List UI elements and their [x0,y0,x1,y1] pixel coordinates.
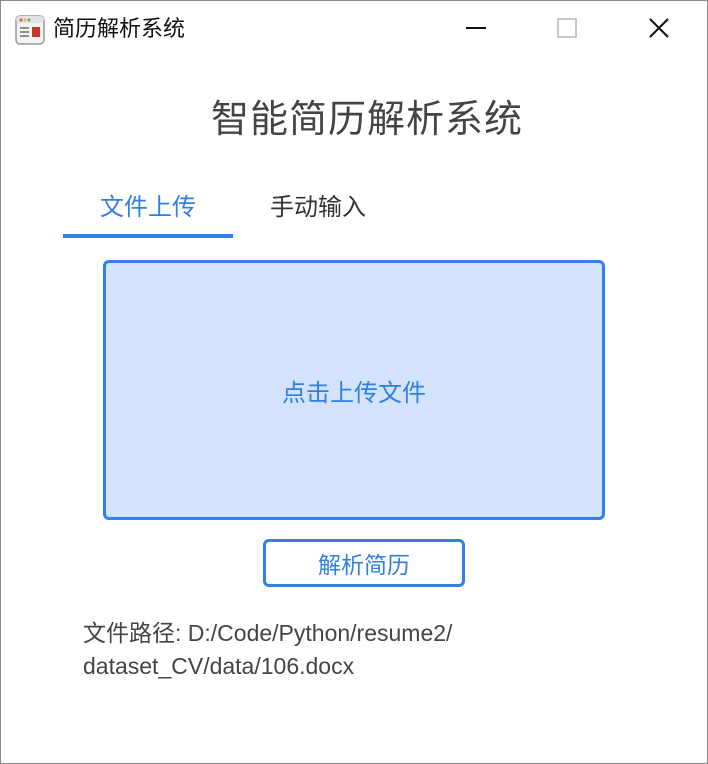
close-button[interactable] [636,1,682,59]
app-window: 简历解析系统 智能简历解析系统 文件上传 手动输入 点击上传文件 解析简历 文件… [0,0,708,764]
active-tab-indicator [63,234,233,238]
tab-manual-input[interactable]: 手动输入 [233,189,403,237]
close-icon [648,17,670,43]
maximize-button[interactable] [544,1,590,59]
tab-file-upload[interactable]: 文件上传 [63,189,233,237]
upload-dropzone[interactable]: 点击上传文件 [103,260,605,520]
title-bar[interactable]: 简历解析系统 [1,1,707,59]
upload-label: 点击上传文件 [282,378,426,407]
app-window-icon [15,15,45,45]
minimize-icon [465,17,487,43]
maximize-icon [556,17,578,43]
file-path-display: 文件路径: D:/Code/Python/resume2/ dataset_CV… [83,617,543,683]
minimize-button[interactable] [453,1,499,59]
window-title: 简历解析系统 [53,17,186,42]
file-path-line-1: 文件路径: D:/Code/Python/resume2/ [83,620,453,646]
file-path-line-2: dataset_CV/data/106.docx [83,653,355,679]
parse-resume-button[interactable]: 解析简历 [263,539,465,587]
page-title: 智能简历解析系统 [210,97,523,141]
